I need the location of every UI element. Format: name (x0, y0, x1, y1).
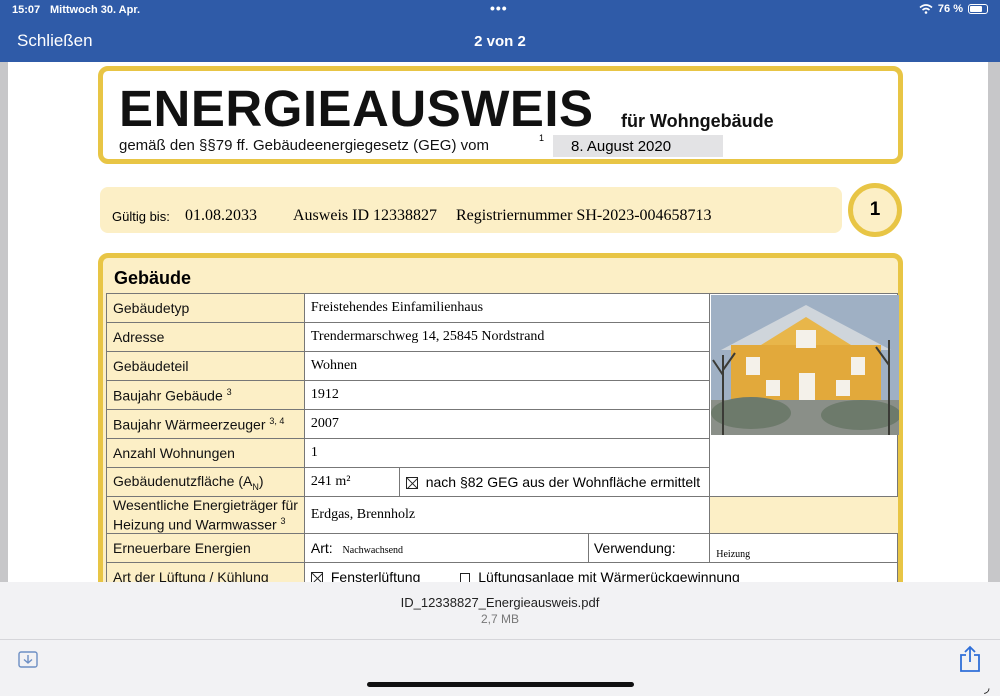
battery-icon (968, 4, 988, 14)
verwendung-value: Heizung (709, 533, 898, 563)
row-label: Adresse (106, 322, 305, 352)
row-value: Wohnen (303, 351, 711, 381)
multitasking-dots-icon[interactable]: ••• (490, 0, 508, 16)
empty-cell (709, 496, 898, 534)
section-title: Gebäude (114, 268, 192, 288)
validity-bar: Gültig bis: 01.08.2033 Ausweis ID 123388… (100, 187, 842, 233)
pdf-page: ENERGIEAUSWEIS für Wohngebäude gemäß den… (8, 62, 988, 582)
status-time: 15:07 (12, 4, 41, 16)
document-viewer[interactable]: ENERGIEAUSWEIS für Wohngebäude gemäß den… (0, 62, 1000, 582)
art-label: Art: (310, 540, 333, 556)
navigation-bar: Schließen 2 von 2 (0, 20, 1000, 62)
table-row: Art der Lüftung / Kühlung Fensterlüftung… (106, 562, 899, 582)
row-label: Baujahr Wärmeerzeuger 3, 4 (106, 409, 305, 439)
art-value: Nachwachsend (342, 545, 404, 556)
footnote-marker: 3, 4 (269, 415, 285, 426)
share-icon[interactable] (958, 645, 982, 673)
footnote-marker: 3 (280, 516, 286, 527)
toolbar-divider (0, 639, 1000, 640)
document-title: ENERGIEAUSWEIS (119, 80, 594, 137)
checkbox-icon (460, 573, 471, 582)
row-label: Anzahl Wohnungen (106, 438, 305, 468)
registry-number: Registriernummer SH-2023-004658713 (456, 207, 712, 224)
row-value: 1912 (303, 380, 711, 410)
row-option: nach §82 GEG aus der Wohnfläche ermittel… (398, 467, 711, 497)
row-value: Trendermarschweg 14, 25845 Nordstrand (303, 322, 711, 352)
wifi-icon (919, 4, 933, 14)
row-value: 2007 (303, 409, 711, 439)
label-line-1: Wesentliche Energieträger für (113, 497, 298, 514)
row-label: Baujahr Gebäude 3 (106, 380, 305, 410)
law-reference: gemäß den §§79 ff. Gebäudeenergiegesetz … (119, 137, 489, 154)
row-label: Gebäudeteil (106, 351, 305, 381)
row-label: Erneuerbare Energien (106, 533, 305, 563)
file-info-sheet: ID_12338827_Energieausweis.pdf 2,7 MB ◞ (0, 582, 1000, 695)
row-label: Wesentliche Energieträger für Heizung und… (106, 496, 305, 534)
gebaeude-section: Gebäude Gebäudetyp Freistehendes Einfami… (98, 253, 903, 582)
download-icon[interactable] (18, 650, 38, 668)
label-text: Baujahr Wärmeerzeuger (113, 416, 266, 433)
status-date: Mittwoch 30. Apr. (50, 4, 141, 16)
valid-until-label: Gültig bis: (112, 209, 170, 224)
corner-mark-icon: ◞ (984, 679, 990, 695)
option-1: Fensterlüftung (330, 569, 421, 582)
battery-percent: 76 % (937, 3, 963, 15)
footnote-marker: 1 (539, 133, 545, 143)
valid-until-value: 01.08.2033 (185, 207, 257, 224)
page-number-badge: 1 (848, 183, 902, 237)
law-date: 8. August 2020 (553, 135, 723, 157)
option-text: nach §82 GEG aus der Wohnfläche ermittel… (425, 474, 701, 490)
ausweis-id: Ausweis ID 12338827 (293, 207, 437, 224)
row-value: Fensterlüftung Lüftungsanlage mit Wärmer… (303, 562, 899, 582)
row-value: Freistehendes Einfamilienhaus (303, 293, 711, 323)
row-label: Gebäudetyp (106, 293, 305, 323)
row-value: Erdgas, Brennholz (303, 496, 711, 534)
status-right: 76 % (919, 3, 988, 15)
row-label: Art der Lüftung / Kühlung (106, 562, 305, 582)
checked-box-icon (405, 477, 418, 490)
row-value: 1 (303, 438, 711, 468)
file-name: ID_12338827_Energieausweis.pdf (400, 595, 600, 610)
document-header: ENERGIEAUSWEIS für Wohngebäude gemäß den… (98, 66, 903, 164)
row-value: 241 m² (303, 467, 400, 497)
verwendung-label: Verwendung: (593, 540, 676, 556)
page-counter: 2 von 2 (474, 33, 526, 50)
building-photo (711, 295, 899, 435)
table-row: Erneuerbare Energien Art: Nachwachsend V… (106, 533, 898, 563)
checked-box-icon (310, 572, 323, 582)
file-size: 2,7 MB (480, 612, 519, 626)
row-label: Gebäudenutzfläche (AN) (106, 467, 305, 497)
label-text-end: ) (258, 472, 264, 489)
document-subtitle: für Wohngebäude (621, 111, 774, 131)
label-line-2: Heizung und Warmwasser (113, 516, 277, 533)
option-2: Lüftungsanlage mit Wärmerückgewinnung (478, 569, 740, 582)
home-indicator[interactable] (367, 682, 634, 687)
label-text: Gebäudenutzfläche (A (113, 472, 253, 489)
footnote-marker: 3 (226, 386, 232, 397)
row-value: Art: Nachwachsend Verwendung: (303, 533, 711, 563)
status-bar: 15:07 Mittwoch 30. Apr. ••• 76 % (0, 0, 1000, 20)
label-text: Baujahr Gebäude (113, 387, 223, 404)
table-row: Wesentliche Energieträger für Heizung und… (106, 496, 898, 534)
divider (587, 534, 589, 562)
